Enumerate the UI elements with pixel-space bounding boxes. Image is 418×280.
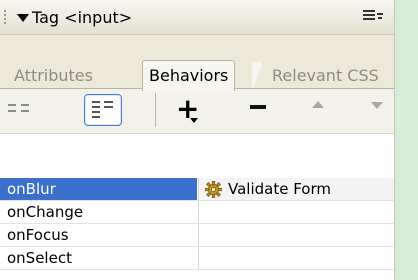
event-name[interactable]: onChange <box>0 201 197 223</box>
tab-separator <box>252 62 264 88</box>
move-down-icon[interactable] <box>371 102 383 109</box>
action-label: Validate Form <box>228 180 332 198</box>
event-name[interactable]: onSelect <box>0 247 197 269</box>
dropdown-caret-icon <box>190 118 198 123</box>
panel-options-icon[interactable] <box>363 10 383 24</box>
event-row-onblur[interactable]: onBlur Validate Form <box>0 178 394 201</box>
panel-titlebar[interactable]: Tag <input> <box>0 0 394 35</box>
drag-grip-icon[interactable] <box>4 10 10 24</box>
event-name[interactable]: onBlur <box>0 178 197 200</box>
tab-attributes[interactable]: Attributes <box>14 63 93 88</box>
event-action[interactable]: Validate Form <box>198 178 394 200</box>
event-action[interactable] <box>198 247 394 269</box>
tab-relevant-css[interactable]: Relevant CSS <box>272 63 379 88</box>
behaviors-list: onBlur Validate Form onChange onFocus on… <box>0 134 394 280</box>
remove-behavior-button[interactable] <box>250 105 266 109</box>
event-action[interactable] <box>198 224 394 246</box>
move-up-icon[interactable] <box>312 101 324 108</box>
event-name[interactable]: onFocus <box>0 224 197 246</box>
event-row-onfocus[interactable]: onFocus <box>0 224 394 247</box>
panel-title: Tag <input> <box>32 8 133 27</box>
gear-icon <box>205 181 222 198</box>
add-behavior-button[interactable]: + <box>176 94 206 126</box>
behaviors-toolbar: + <box>0 89 394 134</box>
event-row-onselect[interactable]: onSelect <box>0 247 394 270</box>
toolbar-divider <box>155 93 156 127</box>
event-row-onchange[interactable]: onChange <box>0 201 394 224</box>
collapse-arrow-icon[interactable] <box>17 14 29 22</box>
show-set-events-icon[interactable] <box>8 101 38 117</box>
event-action[interactable] <box>198 201 394 223</box>
tab-behaviors[interactable]: Behaviors <box>142 60 236 91</box>
panel-tabs: Attributes Behaviors Relevant CSS <box>0 58 394 91</box>
tag-inspector-panel: Tag <input> Attributes Behaviors Relevan… <box>0 0 395 280</box>
show-all-events-icon[interactable] <box>84 94 122 126</box>
